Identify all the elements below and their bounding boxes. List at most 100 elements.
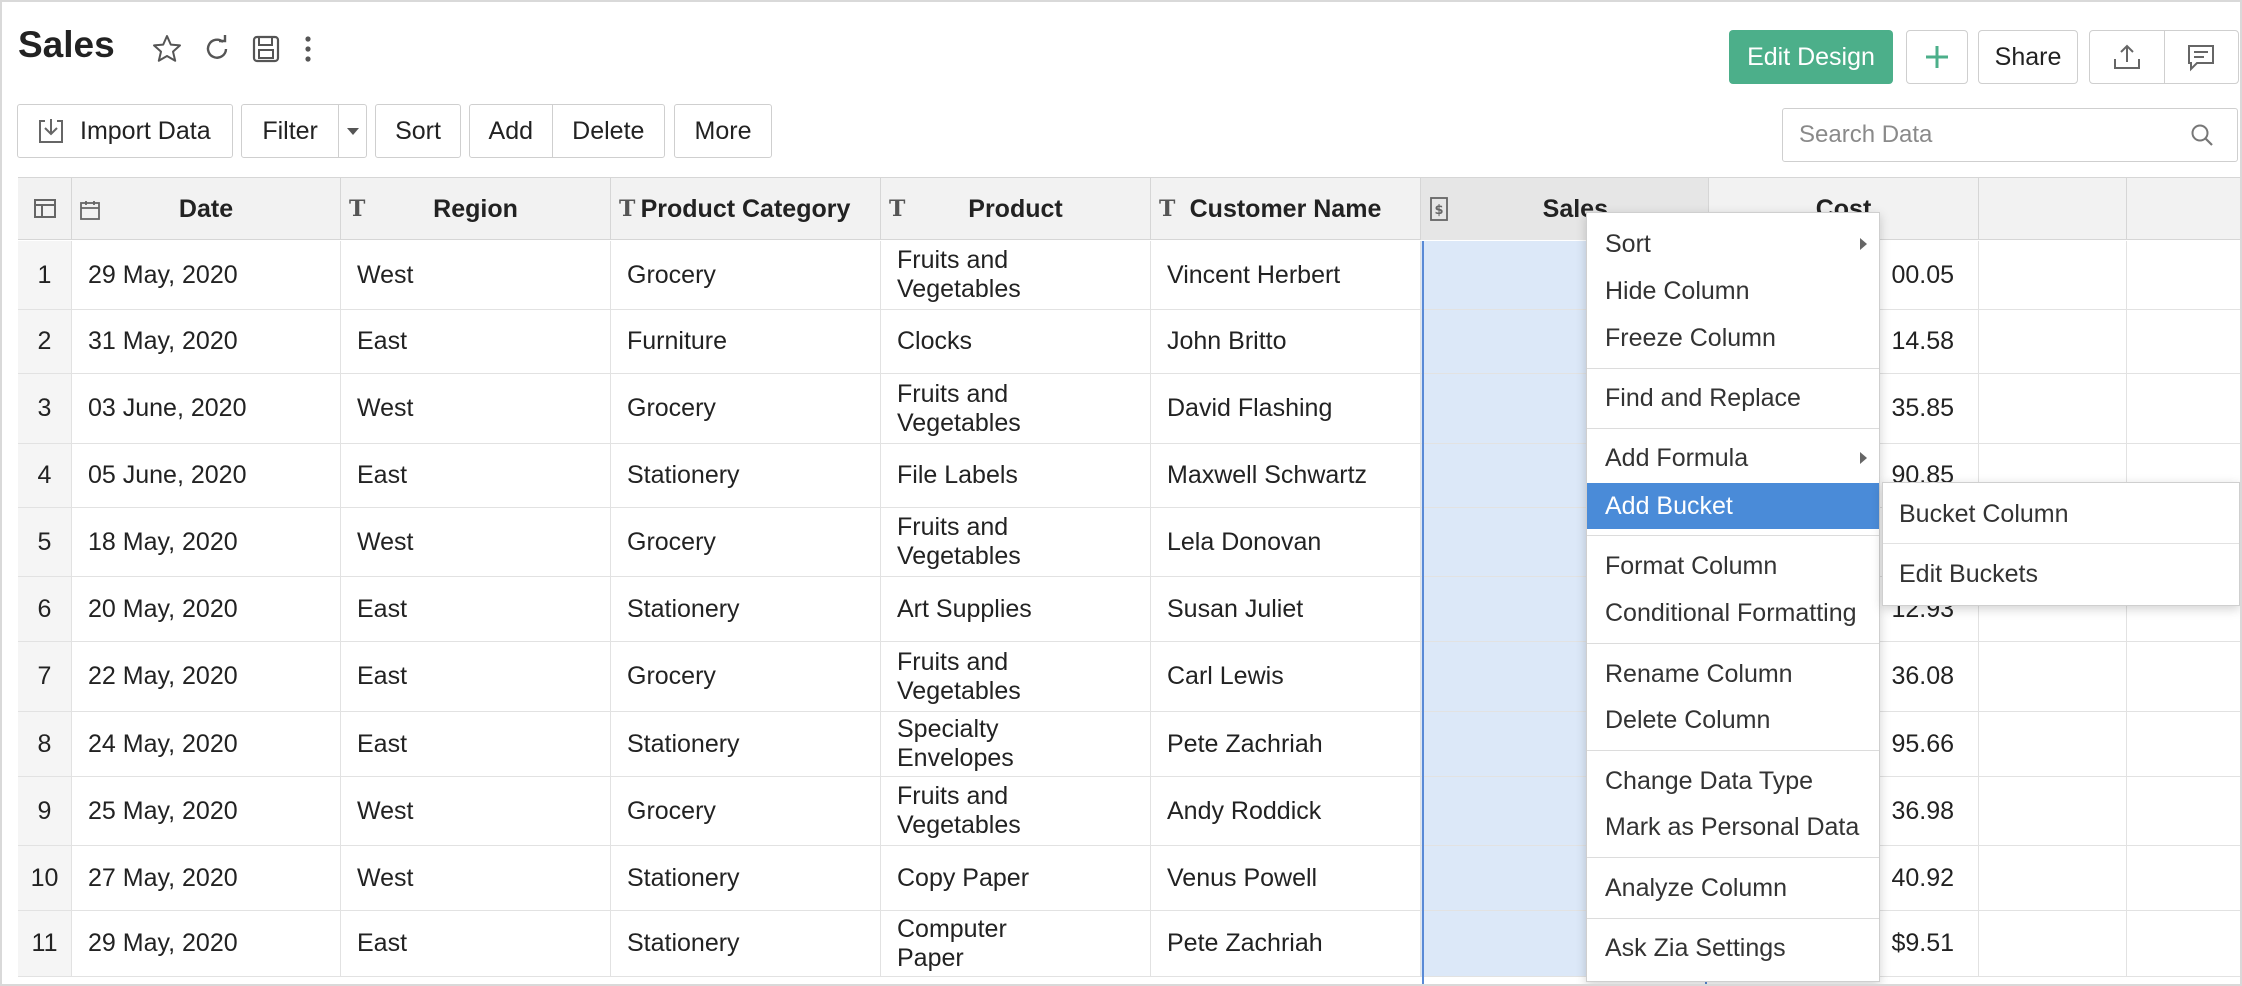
menu-item-sort[interactable]: Sort <box>1587 221 1879 267</box>
cell-product-category[interactable]: Stationery <box>611 911 881 976</box>
cell-date[interactable]: 05 June, 2020 <box>72 444 341 507</box>
add-button[interactable] <box>1906 30 1968 84</box>
cell-customer-name[interactable]: Pete Zachriah <box>1151 911 1421 976</box>
cell-region[interactable]: West <box>341 241 611 309</box>
cell-product-category[interactable]: Grocery <box>611 777 881 845</box>
submenu-item-edit-buckets[interactable]: Edit Buckets <box>1883 545 2239 603</box>
cell-region[interactable]: East <box>341 444 611 507</box>
cell-date[interactable]: 31 May, 2020 <box>72 310 341 373</box>
cell-empty[interactable] <box>1979 310 2127 373</box>
table-row[interactable]: 7 22 May, 2020 East Grocery Fruits and Veget… <box>18 642 2240 712</box>
menu-item-change-data-type[interactable]: Change Data Type <box>1587 758 1879 804</box>
table-row[interactable]: 8 24 May, 2020 East Stationery Specialty Env… <box>18 712 2240 777</box>
sort-button[interactable]: Sort <box>375 104 461 158</box>
cell-product-category[interactable]: Stationery <box>611 846 881 910</box>
cell-product-category[interactable]: Grocery <box>611 374 881 443</box>
cell-region[interactable]: East <box>341 310 611 373</box>
cell-region[interactable]: East <box>341 712 611 776</box>
menu-item-rename-column[interactable]: Rename Column <box>1587 651 1879 697</box>
table-row[interactable]: 10 27 May, 2020 West Stationery Copy Paper Ve… <box>18 846 2240 911</box>
table-row[interactable]: 11 29 May, 2020 East Stationery Computer Pap… <box>18 911 2240 977</box>
cell-customer-name[interactable]: Pete Zachriah <box>1151 712 1421 776</box>
column-header-date[interactable]: Date <box>72 178 341 240</box>
cell-empty[interactable] <box>1979 642 2127 711</box>
cell-date[interactable]: 24 May, 2020 <box>72 712 341 776</box>
table-row[interactable]: 9 25 May, 2020 West Grocery Fruits and Veget… <box>18 777 2240 846</box>
edit-design-button[interactable]: Edit Design <box>1729 30 1893 84</box>
menu-item-add-formula[interactable]: Add Formula <box>1587 435 1879 481</box>
filter-button[interactable]: Filter <box>242 105 338 157</box>
cell-empty[interactable] <box>1979 777 2127 845</box>
refresh-icon[interactable] <box>200 32 234 66</box>
export-button[interactable] <box>2090 31 2165 83</box>
cell-customer-name[interactable]: Carl Lewis <box>1151 642 1421 711</box>
cell-date[interactable]: 29 May, 2020 <box>72 241 341 309</box>
row-number[interactable]: 9 <box>18 777 72 845</box>
comment-button[interactable] <box>2165 31 2239 83</box>
submenu-item-bucket-column[interactable]: Bucket Column <box>1883 486 2239 544</box>
save-icon[interactable] <box>249 32 283 66</box>
row-number[interactable]: 8 <box>18 712 72 776</box>
cell-product-category[interactable]: Stationery <box>611 577 881 641</box>
cell-product-category[interactable]: Grocery <box>611 508 881 576</box>
cell-product[interactable]: Clocks <box>881 310 1151 373</box>
table-row[interactable]: 2 31 May, 2020 East Furniture Clocks John Bri… <box>18 310 2240 374</box>
cell-date[interactable]: 27 May, 2020 <box>72 846 341 910</box>
cell-product[interactable]: Fruits and Vegetables <box>881 241 1151 309</box>
row-number[interactable]: 11 <box>18 911 72 976</box>
table-row[interactable]: 3 03 June, 2020 West Grocery Fruits and Vege… <box>18 374 2240 444</box>
cell-product[interactable]: Art Supplies <box>881 577 1151 641</box>
more-button[interactable]: More <box>674 104 772 158</box>
cell-product[interactable]: Copy Paper <box>881 846 1151 910</box>
cell-customer-name[interactable]: Susan Juliet <box>1151 577 1421 641</box>
cell-date[interactable]: 22 May, 2020 <box>72 642 341 711</box>
column-header-customer-name[interactable]: T Customer Name <box>1151 178 1421 240</box>
menu-item-freeze-column[interactable]: Freeze Column <box>1587 315 1879 361</box>
cell-customer-name[interactable]: Maxwell Schwartz <box>1151 444 1421 507</box>
cell-region[interactable]: East <box>341 577 611 641</box>
cell-empty[interactable] <box>1979 241 2127 309</box>
row-number[interactable]: 1 <box>18 241 72 309</box>
cell-customer-name[interactable]: David Flashing <box>1151 374 1421 443</box>
cell-customer-name[interactable]: Andy Roddick <box>1151 777 1421 845</box>
column-header-region[interactable]: T Region <box>341 178 611 240</box>
menu-item-format-column[interactable]: Format Column <box>1587 543 1879 589</box>
cell-product[interactable]: File Labels <box>881 444 1151 507</box>
star-icon[interactable] <box>150 32 184 66</box>
row-number[interactable]: 2 <box>18 310 72 373</box>
cell-empty[interactable] <box>1979 712 2127 776</box>
search-input[interactable] <box>1799 121 2189 149</box>
cell-region[interactable]: East <box>341 911 611 976</box>
cell-product-category[interactable]: Furniture <box>611 310 881 373</box>
menu-item-mark-personal-data[interactable]: Mark as Personal Data <box>1587 804 1879 850</box>
row-number[interactable]: 4 <box>18 444 72 507</box>
column-header-product-category[interactable]: T Product Category <box>611 178 881 240</box>
cell-product-category[interactable]: Stationery <box>611 712 881 776</box>
cell-date[interactable]: 20 May, 2020 <box>72 577 341 641</box>
cell-region[interactable]: West <box>341 374 611 443</box>
cell-product-category[interactable]: Grocery <box>611 642 881 711</box>
cell-customer-name[interactable]: Venus Powell <box>1151 846 1421 910</box>
table-row[interactable]: 1 29 May, 2020 West Grocery Fruits and Veget… <box>18 241 2240 310</box>
cell-empty[interactable] <box>1979 911 2127 976</box>
menu-item-hide-column[interactable]: Hide Column <box>1587 268 1879 314</box>
cell-customer-name[interactable]: Lela Donovan <box>1151 508 1421 576</box>
row-number[interactable]: 10 <box>18 846 72 910</box>
cell-customer-name[interactable]: John Britto <box>1151 310 1421 373</box>
cell-date[interactable]: 18 May, 2020 <box>72 508 341 576</box>
cell-region[interactable]: West <box>341 508 611 576</box>
cell-empty[interactable] <box>1979 846 2127 910</box>
column-header-product[interactable]: T Product <box>881 178 1151 240</box>
menu-item-delete-column[interactable]: Delete Column <box>1587 697 1879 743</box>
filter-dropdown-button[interactable] <box>338 105 366 157</box>
cell-product-category[interactable]: Stationery <box>611 444 881 507</box>
row-number[interactable]: 6 <box>18 577 72 641</box>
cell-date[interactable]: 03 June, 2020 <box>72 374 341 443</box>
menu-item-analyze-column[interactable]: Analyze Column <box>1587 865 1879 911</box>
cell-date[interactable]: 29 May, 2020 <box>72 911 341 976</box>
column-header-empty[interactable] <box>1979 178 2127 240</box>
search-icon[interactable] <box>2189 122 2215 148</box>
cell-product[interactable]: Specialty Envelopes <box>881 712 1151 776</box>
menu-item-ask-zia-settings[interactable]: Ask Zia Settings <box>1587 925 1879 971</box>
row-number[interactable]: 5 <box>18 508 72 576</box>
